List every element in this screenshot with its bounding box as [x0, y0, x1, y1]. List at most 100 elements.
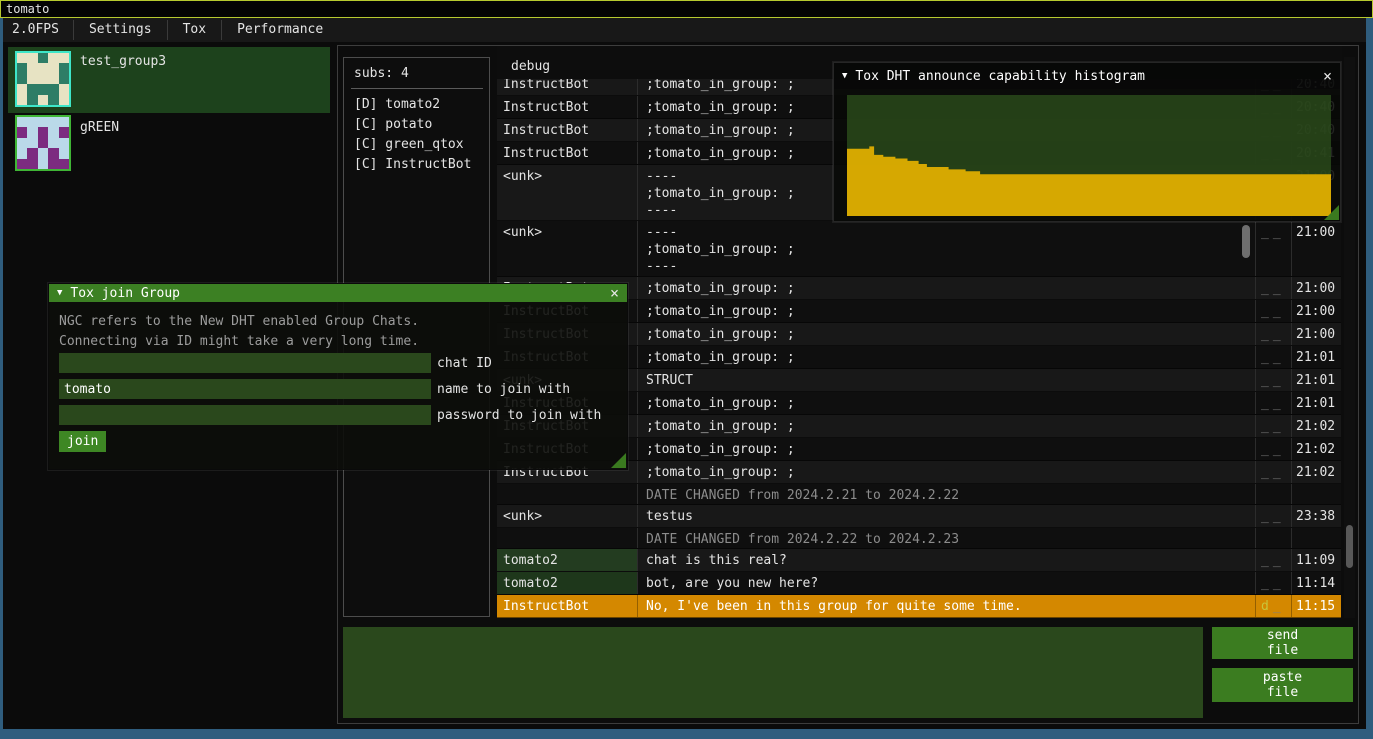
group-name: gREEN: [80, 120, 119, 135]
join-field-input-chat-ID[interactable]: [59, 353, 431, 373]
message-text: bot, are you new here?: [637, 572, 1255, 594]
avatar-pixel: [17, 63, 27, 73]
flag-placeholder: _: [1261, 576, 1273, 591]
message-text: ;tomato_in_group: ;: [637, 438, 1255, 460]
join-field-label: name to join with: [437, 382, 570, 397]
message-text: ;tomato_in_group: ;: [637, 323, 1255, 345]
menu-item-tox[interactable]: Tox: [168, 18, 221, 42]
avatar-pixel: [38, 117, 48, 127]
join-description-line: Connecting via ID might take a very long…: [59, 332, 419, 352]
send-file-button[interactable]: send file: [1212, 627, 1353, 659]
flag-placeholder: _: [1273, 350, 1285, 365]
avatar-pixel: [27, 84, 37, 94]
message-sender: InstructBot: [497, 142, 637, 164]
message-timestamp: 11:09: [1291, 549, 1341, 571]
sidebar-item-gREEN[interactable]: gREEN: [8, 113, 330, 171]
message-text: DATE CHANGED from 2024.2.22 to 2024.2.23: [637, 528, 1255, 548]
collapse-icon[interactable]: ▼: [842, 71, 847, 81]
join-field-row: chat ID: [59, 353, 601, 373]
chat-scrollbar[interactable]: [1344, 57, 1355, 618]
message-flags: d_: [1255, 595, 1291, 617]
sidebar-item-test_group3[interactable]: test_group3: [8, 47, 330, 113]
message-timestamp: 23:38: [1291, 505, 1341, 527]
resize-grip-icon[interactable]: [1324, 205, 1339, 220]
message-flags: __: [1255, 300, 1291, 322]
avatar-pixel: [27, 53, 37, 63]
avatar-pixel: [48, 84, 58, 94]
close-icon[interactable]: ×: [610, 286, 619, 301]
message-text: ---- ;tomato_in_group: ; ----: [637, 221, 1255, 276]
message-flags: __: [1255, 346, 1291, 368]
message-flags: __: [1255, 415, 1291, 437]
message-flags: __: [1255, 438, 1291, 460]
message-row: <unk>---- ;tomato_in_group: ; ----__21:0…: [497, 221, 1341, 277]
avatar-pixel: [17, 127, 27, 137]
avatar-pixel: [59, 148, 69, 158]
message-timestamp: 21:02: [1291, 461, 1341, 483]
avatar-pixel: [27, 138, 37, 148]
flag-placeholder: _: [1273, 599, 1285, 614]
message-timestamp: 21:00: [1291, 300, 1341, 322]
flag-placeholder: _: [1261, 304, 1273, 319]
avatar-pixel: [17, 117, 27, 127]
member-list-item[interactable]: [C] green_qtox: [354, 135, 471, 155]
close-icon[interactable]: ×: [1323, 69, 1332, 84]
avatar-pixel: [38, 63, 48, 73]
group-avatar: [15, 51, 71, 107]
flag-placeholder: _: [1261, 553, 1273, 568]
flag-placeholder: _: [1261, 327, 1273, 342]
avatar-pixel: [27, 159, 37, 169]
avatar-pixel: [59, 159, 69, 169]
resize-grip-icon[interactable]: [611, 453, 626, 468]
message-input[interactable]: [343, 627, 1203, 718]
message-sender: InstructBot: [497, 119, 637, 141]
message-timestamp: 11:15: [1291, 595, 1341, 617]
flag-placeholder: _: [1261, 442, 1273, 457]
flag-placeholder: _: [1261, 465, 1273, 480]
join-button[interactable]: join: [59, 431, 106, 452]
message-row: tomato2chat is this real?__11:09: [497, 549, 1341, 572]
message-sender: [497, 528, 637, 548]
paste-file-button[interactable]: paste file: [1212, 668, 1353, 702]
message-text: testus: [637, 505, 1255, 527]
member-list-item[interactable]: [C] potato: [354, 115, 471, 135]
join-field-input-password-to-join-with[interactable]: [59, 405, 431, 425]
menu-item-settings[interactable]: Settings: [74, 18, 167, 42]
avatar-pixel: [59, 84, 69, 94]
dht-histogram-titlebar[interactable]: ▼ Tox DHT announce capability histogram …: [834, 63, 1340, 89]
member-list-item[interactable]: [D] tomato2: [354, 95, 471, 115]
message-timestamp: 21:02: [1291, 415, 1341, 437]
message-flags: __: [1255, 549, 1291, 571]
message-scrollbar-thumb[interactable]: [1242, 225, 1250, 258]
member-list-item[interactable]: [C] InstructBot: [354, 155, 471, 175]
avatar-pixel: [48, 74, 58, 84]
message-sender: <unk>: [497, 505, 637, 527]
flag-placeholder: _: [1261, 396, 1273, 411]
avatar-pixel: [17, 138, 27, 148]
date-changed-row: DATE CHANGED from 2024.2.22 to 2024.2.23: [497, 528, 1341, 549]
avatar-pixel: [17, 148, 27, 158]
message-text: ;tomato_in_group: ;: [637, 277, 1255, 299]
avatar-pixel: [38, 138, 48, 148]
avatar-pixel: [38, 159, 48, 169]
join-group-titlebar[interactable]: ▼ Tox join Group ×: [49, 284, 627, 302]
avatar-pixel: [27, 117, 37, 127]
menu-item-performance[interactable]: Performance: [222, 18, 338, 42]
flag-placeholder: _: [1273, 576, 1285, 591]
message-flags: __: [1255, 572, 1291, 594]
avatar-pixel: [27, 74, 37, 84]
date-changed-row: DATE CHANGED from 2024.2.21 to 2024.2.22: [497, 484, 1341, 505]
flag-placeholder: _: [1261, 509, 1273, 524]
avatar-pixel: [48, 53, 58, 63]
os-window-title: tomato: [6, 2, 49, 16]
message-flags: [1255, 528, 1291, 548]
avatar-pixel: [27, 95, 37, 105]
join-field-input-name-to-join-with[interactable]: [59, 379, 431, 399]
avatar-pixel: [27, 148, 37, 158]
collapse-icon[interactable]: ▼: [57, 288, 62, 298]
chat-scrollbar-thumb[interactable]: [1346, 525, 1353, 568]
avatar-pixel: [48, 63, 58, 73]
members-list: [D] tomato2[C] potato[C] green_qtox[C] I…: [354, 95, 471, 175]
message-flags: __: [1255, 369, 1291, 391]
flag-placeholder: _: [1273, 327, 1285, 342]
